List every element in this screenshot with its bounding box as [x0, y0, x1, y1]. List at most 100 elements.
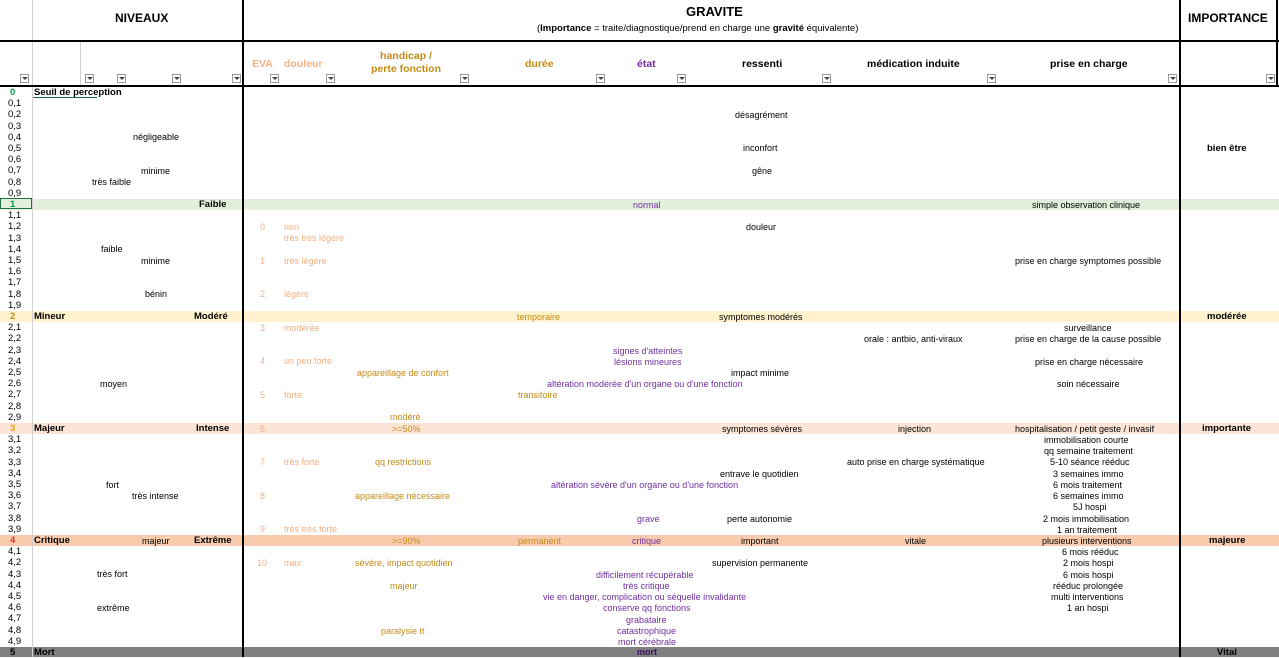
row-label[interactable]: 1,6 [8, 266, 21, 277]
filter-button-niveaux-3[interactable] [172, 74, 181, 83]
cell-vital-imp[interactable]: Vital [1217, 647, 1237, 658]
cell-seuil[interactable]: Seuil de perception [34, 87, 122, 98]
filter-button-importance[interactable] [1266, 74, 1275, 83]
cell-eva6[interactable]: 6 [260, 424, 265, 435]
row-label[interactable]: 3,7 [8, 501, 21, 512]
row-label[interactable]: 4,5 [8, 591, 21, 602]
row-label[interactable]: 4 [10, 535, 15, 546]
cell-supervision[interactable]: supervision permanente [712, 558, 808, 569]
filter-button-ressenti[interactable] [822, 74, 831, 83]
cell-severe-impact[interactable]: sévère, impact quotidien [355, 558, 453, 569]
row-label[interactable]: 4,6 [8, 602, 21, 613]
row-label[interactable]: 1,4 [8, 244, 21, 255]
row-label[interactable]: 1,3 [8, 233, 21, 244]
cell-modere-h[interactable]: modéré [390, 412, 421, 423]
cell-vie-en-danger[interactable]: vie en danger, complication ou séquelle … [543, 592, 746, 603]
cell-orale[interactable]: orale : antbio, anti-viraux [864, 334, 963, 345]
row-label[interactable]: 3,3 [8, 457, 21, 468]
cell-important[interactable]: important [741, 536, 779, 547]
cell-paralysie[interactable]: paralysie tt [381, 626, 425, 637]
cell-multi-interventions[interactable]: multi interventions [1051, 592, 1124, 603]
row-label[interactable]: 4,4 [8, 580, 21, 591]
cell-perte-autonomie[interactable]: perte autonomie [727, 514, 792, 525]
row-label[interactable]: 2,1 [8, 322, 21, 333]
cell-seance-reeduc[interactable]: 5-10 séance rééduc [1050, 457, 1130, 468]
cell-grave[interactable]: grave [637, 514, 660, 525]
row-label[interactable]: 2,8 [8, 401, 21, 412]
cell-injection[interactable]: injection [898, 424, 931, 435]
cell-semaines-immo3[interactable]: 3 semaines immo [1053, 469, 1124, 480]
row-label[interactable]: 4,1 [8, 546, 21, 557]
cell-extreme[interactable]: extrême [97, 603, 130, 614]
cell-eva0[interactable]: 0 [260, 222, 265, 233]
row-label[interactable]: 3,9 [8, 524, 21, 535]
cell-moderee[interactable]: modérée [284, 323, 320, 334]
cell-an-hospi[interactable]: 1 an hospi [1067, 603, 1109, 614]
row-label[interactable]: 2,2 [8, 333, 21, 344]
cell-auto-pec[interactable]: auto prise en charge systématique [847, 457, 985, 468]
cell-alteration-severe[interactable]: altération sévère d'un organe ou d'une f… [551, 480, 738, 491]
cell-permanent[interactable]: permanent [518, 536, 561, 547]
cell-tres-tres-forte[interactable]: très très forte [284, 524, 337, 535]
cell-catastrophique[interactable]: catastrophique [617, 626, 676, 637]
cell-plusieurs-interventions[interactable]: plusieurs interventions [1042, 536, 1132, 547]
filter-button-niveaux-1[interactable] [85, 74, 94, 83]
row-label[interactable]: 3 [10, 423, 15, 434]
cell-modere-lvl[interactable]: Modéré [194, 311, 228, 322]
row-label[interactable]: 0,8 [8, 177, 21, 188]
cell-symptomes-severes[interactable]: symptomes sévères [722, 424, 802, 435]
row-label[interactable]: 4,7 [8, 613, 21, 624]
row-label[interactable]: 4,3 [8, 569, 21, 580]
row-label[interactable]: 0 [10, 87, 15, 98]
row-label[interactable]: 2,6 [8, 378, 21, 389]
row-label[interactable]: 0,1 [8, 98, 21, 109]
cell-critique-lvl[interactable]: Critique [34, 535, 70, 546]
cell-un-peu-forte[interactable]: un peu forte [284, 356, 332, 367]
cell-mois-hospi6[interactable]: 6 mois hospi [1063, 570, 1114, 581]
cell-mois-traitement6[interactable]: 6 mois traitement [1053, 480, 1122, 491]
cell-eva10[interactable]: 10 [257, 558, 267, 569]
cell-moderee-imp[interactable]: modérée [1207, 311, 1247, 322]
cell-sup90[interactable]: >=90% [392, 536, 421, 547]
row-label[interactable]: 1 [10, 199, 15, 210]
cell-max[interactable]: max [284, 558, 301, 569]
cell-mort-lvl[interactable]: Mort [34, 647, 55, 658]
cell-majeur-lvl[interactable]: Majeur [34, 423, 65, 434]
cell-mois-immob2[interactable]: 2 mois immobilisation [1043, 514, 1129, 525]
cell-symptomes-moderes[interactable]: symptomes modérés [719, 312, 803, 323]
cell-importante[interactable]: importante [1202, 423, 1251, 434]
cell-majeure-imp[interactable]: majeure [1209, 535, 1245, 546]
row-label[interactable]: 2 [10, 311, 15, 322]
cell-appareillage-necessaire[interactable]: appareillage nécessaire [355, 491, 450, 502]
cell-benin[interactable]: bénin [145, 289, 167, 300]
row-label[interactable]: 1,7 [8, 277, 21, 288]
filter-button-prise[interactable] [1168, 74, 1177, 83]
cell-mois-reeduc6[interactable]: 6 mois rééduc [1062, 547, 1119, 558]
cell-hospitalisation[interactable]: hospitalisation / petit geste / invasif [1015, 424, 1154, 435]
row-label[interactable]: 4,8 [8, 625, 21, 636]
cell-tres-critique[interactable]: très critique [623, 581, 670, 592]
cell-fort[interactable]: fort [106, 480, 119, 491]
filter-button-niveaux-2[interactable] [117, 74, 126, 83]
cell-soin-necessaire[interactable]: soin nécessaire [1057, 379, 1120, 390]
cell-surveillance[interactable]: surveillance [1064, 323, 1112, 334]
cell-bien-etre[interactable]: bien être [1207, 143, 1247, 154]
filter-button-medication[interactable] [987, 74, 996, 83]
row-label[interactable]: 0,2 [8, 109, 21, 120]
filter-button-handicap[interactable] [460, 74, 469, 83]
row-label[interactable]: 1,9 [8, 300, 21, 311]
cell-lesions[interactable]: lésions mineures [614, 357, 682, 368]
row-label[interactable]: 4,9 [8, 636, 21, 647]
row-label[interactable]: 1,2 [8, 221, 21, 232]
row-label[interactable]: 2,9 [8, 412, 21, 423]
cell-negligeable[interactable]: négligeable [133, 132, 179, 143]
cell-immob-courte[interactable]: immobilisation courte [1044, 435, 1129, 446]
row-label[interactable]: 0,6 [8, 154, 21, 165]
cell-vitale[interactable]: vitale [905, 536, 926, 547]
cell-eva4[interactable]: 4 [260, 356, 265, 367]
cell-rien[interactable]: rien [284, 222, 299, 233]
row-label[interactable]: 2,3 [8, 345, 21, 356]
cell-minime2[interactable]: minime [141, 256, 170, 267]
cell-temporaire[interactable]: temporaire [517, 312, 560, 323]
cell-tres-faible[interactable]: très faible [92, 177, 131, 188]
